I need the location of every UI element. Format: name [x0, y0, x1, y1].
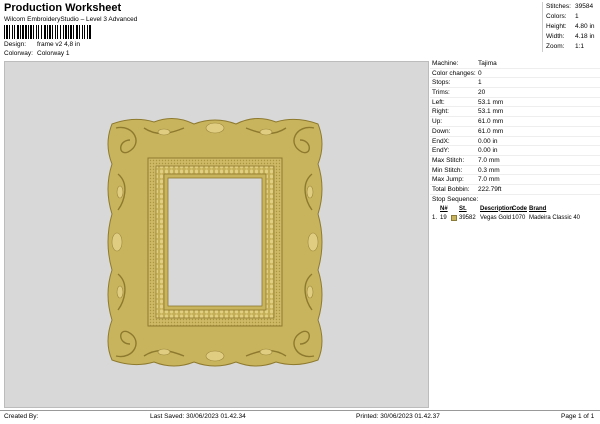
zoom-value: 1:1	[575, 43, 585, 50]
thread-color-swatch	[451, 214, 457, 221]
detail-label: Min Stitch:	[432, 166, 463, 174]
width-value: 4.18 in	[575, 33, 595, 40]
zoom-row: Zoom: 1:1	[543, 42, 600, 52]
detail-row: EndX: 0.00 in	[430, 137, 600, 147]
header-st: St.	[459, 205, 467, 212]
detail-row: Min Stitch: 0.3 mm	[430, 166, 600, 176]
stitches-row: Stitches: 39584	[543, 2, 600, 12]
height-label: Height:	[546, 23, 567, 30]
detail-row: Max Stitch: 7.0 mm	[430, 156, 600, 166]
colorway-value: Colorway 1	[37, 50, 70, 57]
design-label: Design:	[4, 41, 27, 48]
detail-label: Max Stitch:	[432, 156, 465, 164]
detail-value: 0.00 in	[478, 147, 498, 155]
detail-value: 0.00 in	[478, 137, 498, 145]
detail-label: EndX:	[432, 137, 450, 145]
width-label: Width:	[546, 33, 565, 40]
stitches-value: 39584	[575, 3, 594, 10]
detail-label: Trims:	[432, 89, 450, 97]
design-preview-canvas	[4, 61, 429, 408]
detail-row: Left: 53.1 mm	[430, 98, 600, 108]
header-code: Code	[512, 205, 527, 212]
footer: Created By: Last Saved: 30/06/2023 01.42…	[0, 410, 600, 424]
detail-value: 0	[478, 69, 482, 77]
stop-sequence-header: N# St. Description Code Brand	[430, 205, 600, 214]
embroidery-frame-design	[107, 118, 323, 367]
header-brand: Brand	[529, 205, 547, 212]
colors-value: 1	[575, 13, 579, 20]
detail-label: Total Bobbin:	[432, 185, 470, 193]
detail-value: 7.0 mm	[478, 156, 500, 164]
barcode	[4, 25, 126, 39]
detail-label: Max Jump:	[432, 176, 464, 184]
printed-date: Printed: 30/06/2023 01.42.37	[356, 413, 440, 420]
detail-row: EndY: 0.00 in	[430, 146, 600, 156]
detail-row: Right: 53.1 mm	[430, 107, 600, 118]
row-code: 1070	[512, 214, 526, 221]
width-row: Width: 4.18 in	[543, 32, 600, 42]
detail-value: 7.0 mm	[478, 176, 500, 184]
summary-panel: Stitches: 39584 Colors: 1 Height: 4.80 in W…	[542, 2, 600, 52]
header-n: N#	[440, 205, 448, 212]
detail-row: Max Jump: 7.0 mm	[430, 175, 600, 185]
detail-label: Left:	[432, 98, 445, 106]
detail-label: Right:	[432, 108, 449, 116]
last-saved: Last Saved: 30/06/2023 01.42.34	[150, 413, 246, 420]
design-info: Design: frame v2 4,8 in	[4, 41, 80, 48]
detail-value: 61.0 mm	[478, 118, 504, 126]
detail-value: 53.1 mm	[478, 98, 504, 106]
row-stitches: 39582	[459, 214, 476, 221]
header-description: Description	[480, 205, 514, 212]
height-row: Height: 4.80 in	[543, 22, 600, 32]
detail-row: Color changes: 0	[430, 69, 600, 79]
page-number: Page 1 of 1	[561, 413, 595, 420]
detail-value: 61.0 mm	[478, 127, 504, 135]
zoom-label: Zoom:	[546, 43, 565, 50]
row-brand: Madeira Classic 40	[529, 214, 581, 221]
row-description: Vegas Gold	[480, 214, 512, 221]
detail-row: Trims: 20	[430, 88, 600, 98]
height-value: 4.80 in	[575, 23, 595, 30]
detail-value: Tajima	[478, 60, 497, 67]
detail-row: Total Bobbin: 222.79ft	[430, 185, 600, 195]
detail-label: Color changes:	[432, 69, 476, 77]
software-subtitle: Wilcom EmbroideryStudio – Level 3 Advanc…	[4, 16, 138, 23]
colorway-label: Colorway:	[4, 50, 33, 57]
design-value: frame v2 4,8 in	[37, 41, 80, 48]
detail-row: Down: 61.0 mm	[430, 127, 600, 137]
detail-value: 20	[478, 89, 486, 97]
detail-label: Machine:	[432, 60, 459, 67]
colors-label: Colors:	[546, 13, 567, 20]
stop-sequence-row: 1. 19 39582 Vegas Gold 1070 Madeira Classic 4…	[430, 214, 600, 223]
created-by: Created By:	[4, 413, 39, 420]
row-needle: 19	[440, 214, 447, 221]
detail-label: Down:	[432, 127, 451, 135]
detail-row: Stops: 1	[430, 78, 600, 89]
worksheet-title: Production Worksheet	[4, 2, 122, 14]
colors-row: Colors: 1	[543, 12, 600, 22]
detail-value: 1	[478, 79, 482, 87]
detail-label: Stops:	[432, 79, 451, 87]
frame-opening	[167, 177, 263, 307]
detail-row: Machine: Tajima	[430, 59, 600, 69]
detail-value: 0.3 mm	[478, 166, 500, 174]
detail-row: Up: 61.0 mm	[430, 117, 600, 127]
detail-value: 53.1 mm	[478, 108, 504, 116]
row-index: 1.	[432, 214, 438, 221]
stop-sequence-title: Stop Sequence:	[432, 195, 479, 203]
colorway-info: Colorway: Colorway 1	[4, 50, 70, 57]
stitches-label: Stitches:	[546, 3, 571, 10]
detail-value: 222.79ft	[478, 185, 502, 193]
design-details-panel: Machine: Tajima Color changes: 0 Stops: 1 Trim…	[430, 59, 600, 223]
detail-label: Up:	[432, 118, 443, 126]
detail-label: EndY:	[432, 147, 450, 155]
